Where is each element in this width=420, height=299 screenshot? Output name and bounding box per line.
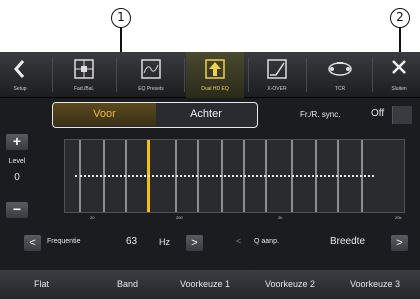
close-label: Sluiten bbox=[391, 86, 407, 92]
level-down-button[interactable]: − bbox=[6, 202, 28, 218]
tcr-button[interactable]: TCR bbox=[312, 52, 368, 98]
toolbar-divider bbox=[116, 58, 117, 92]
close-icon bbox=[392, 60, 406, 74]
dual-hd-eq-button[interactable]: Dual HD EQ bbox=[186, 52, 244, 98]
preset-band[interactable]: Band bbox=[117, 279, 138, 289]
callout-2: 2 bbox=[390, 8, 410, 28]
dual-hd-eq-icon bbox=[205, 59, 225, 79]
top-toolbar: Setup Fad./Bal. EQ Presets Dual HD EQ X-… bbox=[0, 52, 420, 98]
freq-unit: Hz bbox=[159, 237, 170, 247]
x-tick-label: 20 bbox=[90, 215, 95, 220]
q-next-button[interactable]: > bbox=[391, 235, 408, 251]
preset-voorkeuze-2[interactable]: Voorkeuze 2 bbox=[265, 279, 315, 289]
toolbar-divider bbox=[184, 58, 185, 92]
fader-balance-label: Fad./Bal. bbox=[73, 86, 94, 92]
q-label: Q aanp. bbox=[254, 238, 279, 245]
freq-next-button[interactable]: > bbox=[186, 235, 203, 251]
tcr-label: TCR bbox=[334, 86, 346, 92]
callout-1: 1 bbox=[111, 8, 131, 28]
q-prev-button[interactable]: < bbox=[236, 236, 241, 246]
eq-presets-button[interactable]: EQ Presets bbox=[122, 52, 180, 98]
preset-bar: Flat Band Voorkeuze 1 Voorkeuze 2 Voorke… bbox=[0, 270, 420, 299]
level-value: 0 bbox=[14, 172, 20, 183]
x-over-label: X-OVER bbox=[267, 86, 287, 92]
sync-toggle[interactable] bbox=[392, 106, 412, 124]
x-over-button[interactable]: X-OVER bbox=[252, 52, 302, 98]
setup-button[interactable]: Setup bbox=[0, 52, 40, 98]
toolbar-divider bbox=[248, 58, 249, 92]
fader-balance-icon bbox=[74, 59, 94, 79]
close-button[interactable]: Sluiten bbox=[378, 52, 420, 98]
preset-voorkeuze-3[interactable]: Voorkeuze 3 bbox=[350, 279, 400, 289]
level-up-button[interactable]: + bbox=[6, 134, 28, 150]
eq-presets-label: EQ Presets bbox=[138, 86, 164, 92]
freq-prev-button[interactable]: < bbox=[24, 235, 41, 251]
x-over-icon bbox=[267, 59, 287, 79]
tab-voor[interactable]: Voor bbox=[53, 103, 156, 126]
toolbar-divider bbox=[372, 58, 373, 92]
x-tick-label: 20k bbox=[395, 215, 402, 220]
sync-value: Off bbox=[371, 108, 385, 119]
freq-value: 63 bbox=[126, 236, 138, 247]
q-value: Breedte bbox=[330, 236, 366, 247]
callout-2-leader bbox=[399, 28, 401, 54]
fader-balance-button[interactable]: Fad./Bal. bbox=[58, 52, 110, 98]
callout-1-leader bbox=[120, 28, 122, 52]
dual-hd-eq-label: Dual HD EQ bbox=[201, 86, 229, 92]
device-screen: Setup Fad./Bal. EQ Presets Dual HD EQ X-… bbox=[0, 52, 420, 299]
eq-presets-icon bbox=[141, 59, 161, 79]
freq-label: Frequentie bbox=[47, 238, 81, 245]
tcr-icon bbox=[328, 62, 352, 76]
setup-label: Setup bbox=[13, 86, 27, 92]
eq-graph[interactable] bbox=[64, 139, 405, 213]
preset-voorkeuze-1[interactable]: Voorkeuze 1 bbox=[180, 279, 230, 289]
toolbar-divider bbox=[52, 58, 53, 92]
back-chevron-icon bbox=[14, 60, 25, 78]
x-tick-label: 200 bbox=[176, 215, 183, 220]
toolbar-divider bbox=[306, 58, 307, 92]
preset-flat[interactable]: Flat bbox=[34, 279, 49, 289]
x-tick-label: 2k bbox=[278, 215, 283, 220]
front-rear-selector: Voor Achter bbox=[52, 102, 258, 128]
sync-label: Fr./R. sync. bbox=[300, 110, 341, 119]
tab-achter[interactable]: Achter bbox=[156, 103, 256, 126]
eq-curve bbox=[75, 175, 374, 177]
level-label: Level bbox=[8, 158, 26, 165]
